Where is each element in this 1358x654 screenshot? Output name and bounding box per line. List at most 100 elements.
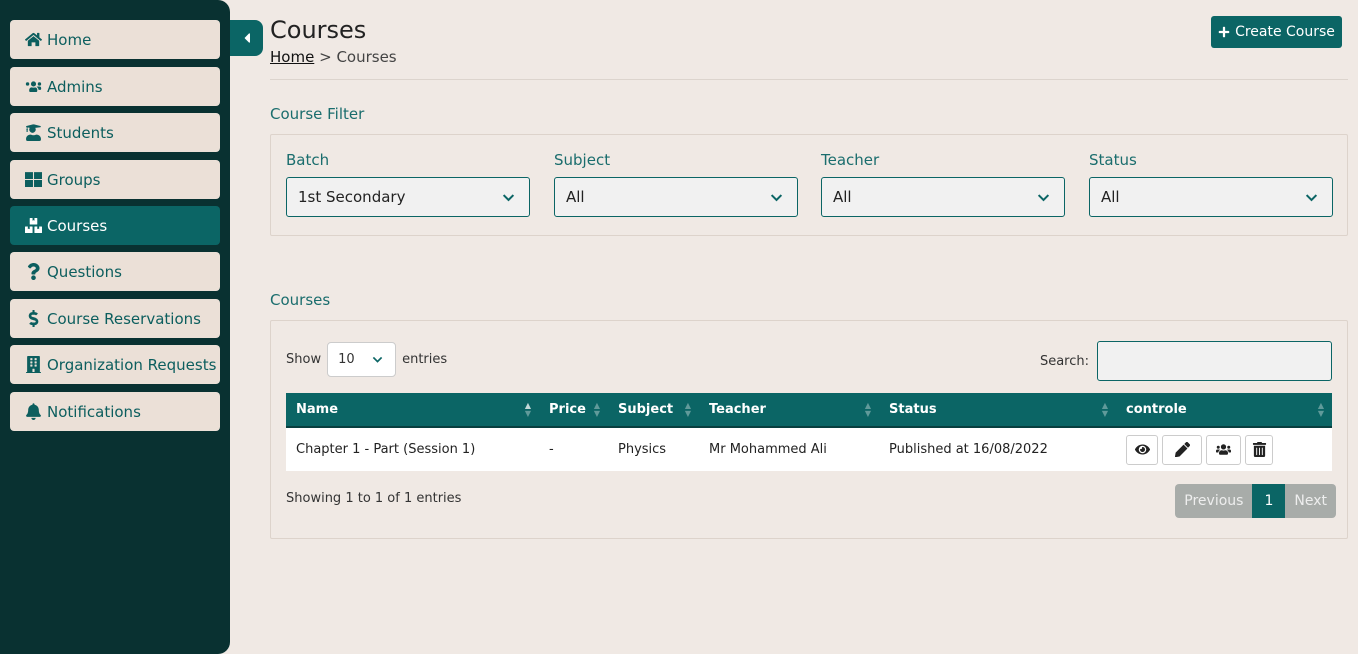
- search-label: Search:: [1039, 353, 1089, 369]
- column-header-controle[interactable]: controle ▲ ▼: [1116, 393, 1332, 428]
- course-controls-cell: [1116, 427, 1332, 471]
- delete-button[interactable]: [1245, 434, 1273, 465]
- status-select[interactable]: All: [1089, 177, 1333, 217]
- pagination: Previous 1 Next: [1175, 484, 1336, 518]
- sidebar-item-label: Questions: [47, 262, 122, 281]
- pencil-icon: [1174, 442, 1190, 457]
- batch-filter: Batch 1st Secondary: [286, 151, 530, 217]
- sidebar-item-label: Students: [47, 123, 114, 142]
- subject-label: Subject: [554, 151, 611, 169]
- subject-value: All: [566, 188, 585, 206]
- column-header-teacher[interactable]: Teacher ▲ ▼: [699, 393, 879, 428]
- chevron-down-icon: [372, 354, 383, 365]
- teacher-filter: Teacher All: [821, 151, 1065, 217]
- chevron-down-icon: [1305, 191, 1318, 204]
- sidebar-item-courses[interactable]: Courses: [10, 206, 220, 245]
- sort-icon: ▲ ▼: [524, 401, 531, 418]
- sidebar-item-students[interactable]: Students: [10, 113, 220, 152]
- column-header-name[interactable]: Name ▲ ▼: [286, 393, 539, 428]
- table-row: Chapter 1 - Part (Session 1) - Physics M…: [286, 427, 1332, 471]
- search-input[interactable]: [1097, 341, 1332, 381]
- batch-label: Batch: [286, 151, 330, 169]
- chevron-down-icon: [1037, 191, 1050, 204]
- courses-panel: Show 10 entries Search: Name ▲ ▼ Price ▲ ▼ S…: [270, 320, 1348, 539]
- entries-select[interactable]: 10: [327, 342, 397, 377]
- teacher-label: Teacher: [821, 151, 880, 169]
- users-cog-icon: [25, 78, 47, 95]
- create-course-label: Create Course: [1235, 24, 1335, 40]
- home-icon: [25, 31, 47, 48]
- create-course-button[interactable]: Create Course: [1211, 16, 1342, 48]
- boxes-icon: [25, 217, 47, 234]
- grid-icon: [25, 171, 47, 188]
- status-label: Status: [1089, 151, 1137, 169]
- sidebar-item-admins[interactable]: Admins: [10, 67, 220, 106]
- sidebar-item-label: Courses: [47, 216, 108, 235]
- entries-label: entries: [402, 352, 448, 367]
- courses-table: Name ▲ ▼ Price ▲ ▼ Subject ▲ ▼ Teacher ▲ ▼ Statu…: [286, 393, 1332, 471]
- question-icon: [25, 263, 47, 280]
- eye-icon: [1134, 442, 1150, 457]
- chevron-down-icon: [502, 191, 515, 204]
- courses-heading: Courses: [270, 291, 331, 309]
- show-label: Show: [286, 352, 322, 367]
- table-search: Search:: [1040, 341, 1332, 381]
- sort-icon: ▲ ▼: [1317, 401, 1324, 418]
- entries-value: 10: [338, 352, 355, 367]
- column-header-status[interactable]: Status ▲ ▼: [879, 393, 1116, 428]
- sidebar-item-notifications[interactable]: Notifications: [10, 392, 220, 431]
- breadcrumb-separator: >: [319, 48, 332, 66]
- course-filter-panel: Batch 1st Secondary Subject All Teacher …: [270, 134, 1348, 236]
- pagination-previous[interactable]: Previous: [1175, 484, 1253, 518]
- breadcrumb-current: Courses: [336, 48, 397, 66]
- sort-icon: ▲ ▼: [593, 401, 600, 418]
- chevron-down-icon: [770, 191, 783, 204]
- building-icon: [25, 356, 47, 373]
- sidebar-item-label: Notifications: [47, 402, 141, 421]
- show-entries: Show 10 entries: [286, 342, 447, 377]
- sidebar-item-label: Organization Requests: [47, 355, 217, 374]
- teacher-value: All: [833, 188, 852, 206]
- sidebar-item-course-reservations[interactable]: Course Reservations: [10, 299, 220, 338]
- breadcrumb-home-link[interactable]: Home: [270, 48, 314, 66]
- course-price-cell: -: [539, 427, 608, 471]
- course-teacher-cell: Mr Mohammed Ali: [699, 427, 879, 471]
- plus-icon: [1218, 26, 1230, 38]
- page-title: Courses: [270, 16, 367, 44]
- sidebar-item-home[interactable]: Home: [10, 20, 220, 59]
- pagination-page-1[interactable]: 1: [1252, 484, 1286, 518]
- caret-left-icon: [241, 30, 253, 46]
- sort-icon: ▲ ▼: [1101, 401, 1108, 418]
- subject-filter: Subject All: [554, 151, 798, 217]
- course-name-cell: Chapter 1 - Part (Session 1): [286, 427, 539, 471]
- dollar-icon: [25, 310, 47, 327]
- pagination-next[interactable]: Next: [1285, 484, 1336, 518]
- edit-button[interactable]: [1162, 434, 1202, 465]
- table-header-row: Name ▲ ▼ Price ▲ ▼ Subject ▲ ▼ Teacher ▲ ▼ Statu…: [286, 393, 1332, 428]
- column-header-price[interactable]: Price ▲ ▼: [539, 393, 608, 428]
- column-header-subject[interactable]: Subject ▲ ▼: [608, 393, 699, 428]
- sidebar: Home Admins Students Groups Courses Ques…: [0, 0, 230, 654]
- sidebar-item-label: Course Reservations: [47, 309, 201, 328]
- enrolled-students-button[interactable]: [1206, 434, 1241, 465]
- view-button[interactable]: [1126, 434, 1158, 465]
- course-filter-heading: Course Filter: [270, 105, 365, 123]
- graduate-icon: [25, 124, 47, 141]
- sidebar-item-organization-requests[interactable]: Organization Requests: [10, 345, 220, 384]
- sidebar-toggle-button[interactable]: [230, 20, 263, 56]
- users-icon: [1216, 442, 1231, 457]
- header-divider: [270, 79, 1348, 80]
- trash-icon: [1252, 442, 1267, 457]
- sidebar-item-label: Admins: [47, 77, 103, 96]
- breadcrumb: Home > Courses: [270, 48, 397, 66]
- status-filter: Status All: [1089, 151, 1333, 217]
- course-subject-cell: Physics: [608, 427, 699, 471]
- batch-value: 1st Secondary: [298, 188, 406, 206]
- teacher-select[interactable]: All: [821, 177, 1065, 217]
- table-info: Showing 1 to 1 of 1 entries: [286, 491, 462, 506]
- sidebar-item-groups[interactable]: Groups: [10, 160, 220, 199]
- sidebar-item-questions[interactable]: Questions: [10, 252, 220, 291]
- subject-select[interactable]: All: [554, 177, 798, 217]
- bell-icon: [25, 403, 47, 420]
- batch-select[interactable]: 1st Secondary: [286, 177, 530, 217]
